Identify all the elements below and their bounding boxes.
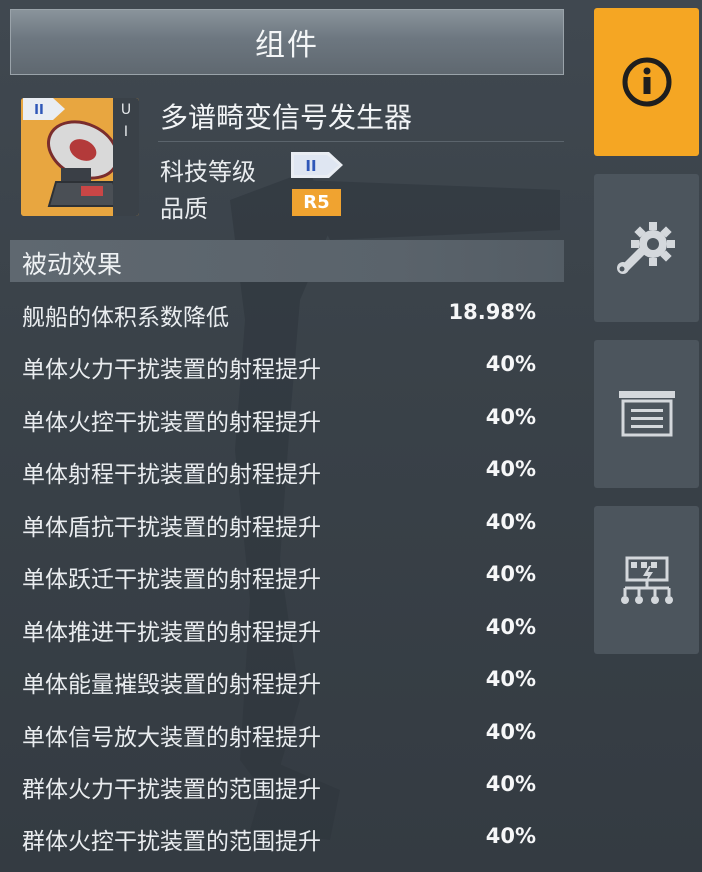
quality-label: 品质	[160, 195, 208, 223]
effect-label: 群体火力干扰装置的范围提升	[22, 777, 321, 803]
effect-row: 单体能量摧毁装置的射程提升 40%	[22, 665, 536, 705]
item-name: 多谱畸变信号发生器	[160, 101, 413, 134]
effect-label: 单体火力干扰装置的射程提升	[22, 357, 321, 383]
panel-title: 组件	[255, 28, 319, 63]
effect-label: 单体跃迁干扰装置的射程提升	[22, 567, 321, 593]
gear-wrench-icon	[616, 222, 675, 274]
effect-label: 舰船的体积系数降低	[22, 305, 229, 331]
tech-level-badge: II	[291, 152, 343, 178]
effect-row: 单体火力干扰装置的射程提升 40%	[22, 350, 536, 390]
effect-label: 单体信号放大装置的射程提升	[22, 725, 321, 751]
effect-value: 40%	[485, 772, 536, 796]
side-letter: U	[120, 102, 132, 118]
effect-value: 40%	[485, 510, 536, 534]
effect-label: 单体盾抗干扰装置的射程提升	[22, 515, 321, 541]
effect-label: 单体能量摧毁装置的射程提升	[22, 672, 321, 698]
effect-label: 单体射程干扰装置的射程提升	[22, 462, 321, 488]
tab-info[interactable]	[594, 8, 699, 156]
panel-title-bar: 组件	[10, 9, 564, 75]
list-icon	[618, 391, 675, 437]
info-icon	[622, 57, 671, 107]
tech-level-label: 科技等级	[160, 158, 256, 186]
tier-badge: II	[23, 98, 65, 120]
effect-row: 单体跃迁干扰装置的射程提升 40%	[22, 560, 536, 600]
section-title: 被动效果	[22, 250, 123, 279]
network-icon	[620, 556, 673, 604]
svg-text:II: II	[34, 103, 44, 118]
effect-label: 群体火控干扰装置的范围提升	[22, 829, 321, 855]
effect-value: 40%	[485, 405, 536, 429]
effect-row: 舰船的体积系数降低 18.98%	[22, 298, 536, 338]
side-letter: I	[123, 124, 129, 140]
effect-value: 40%	[485, 720, 536, 744]
effect-row: 群体火控干扰装置的范围提升 40%	[22, 822, 536, 862]
effect-value: 40%	[485, 562, 536, 586]
effect-value: 40%	[485, 824, 536, 848]
item-side-strip: U I	[113, 98, 139, 216]
passive-effects-header: 被动效果	[10, 240, 564, 282]
item-thumbnail[interactable]: II U I	[21, 98, 139, 216]
svg-text:II: II	[305, 157, 316, 175]
effect-row: 单体盾抗干扰装置的射程提升 40%	[22, 508, 536, 548]
effect-value: 40%	[485, 457, 536, 481]
effect-row: 单体火控干扰装置的射程提升 40%	[22, 403, 536, 443]
effect-label: 单体火控干扰装置的射程提升	[22, 410, 321, 436]
tab-modules[interactable]	[594, 174, 699, 322]
tab-network[interactable]	[594, 506, 699, 654]
quality-badge: R5	[292, 189, 341, 216]
effect-label: 单体推进干扰装置的射程提升	[22, 620, 321, 646]
effect-row: 群体火力干扰装置的范围提升 40%	[22, 770, 536, 810]
tab-list[interactable]	[594, 340, 699, 488]
effect-value: 18.98%	[448, 300, 536, 324]
effect-row: 单体信号放大装置的射程提升 40%	[22, 718, 536, 758]
divider	[158, 141, 564, 142]
effect-row: 单体推进干扰装置的射程提升 40%	[22, 613, 536, 653]
effect-value: 40%	[485, 615, 536, 639]
effect-value: 40%	[485, 667, 536, 691]
effect-value: 40%	[485, 352, 536, 376]
effect-row: 单体射程干扰装置的射程提升 40%	[22, 455, 536, 495]
